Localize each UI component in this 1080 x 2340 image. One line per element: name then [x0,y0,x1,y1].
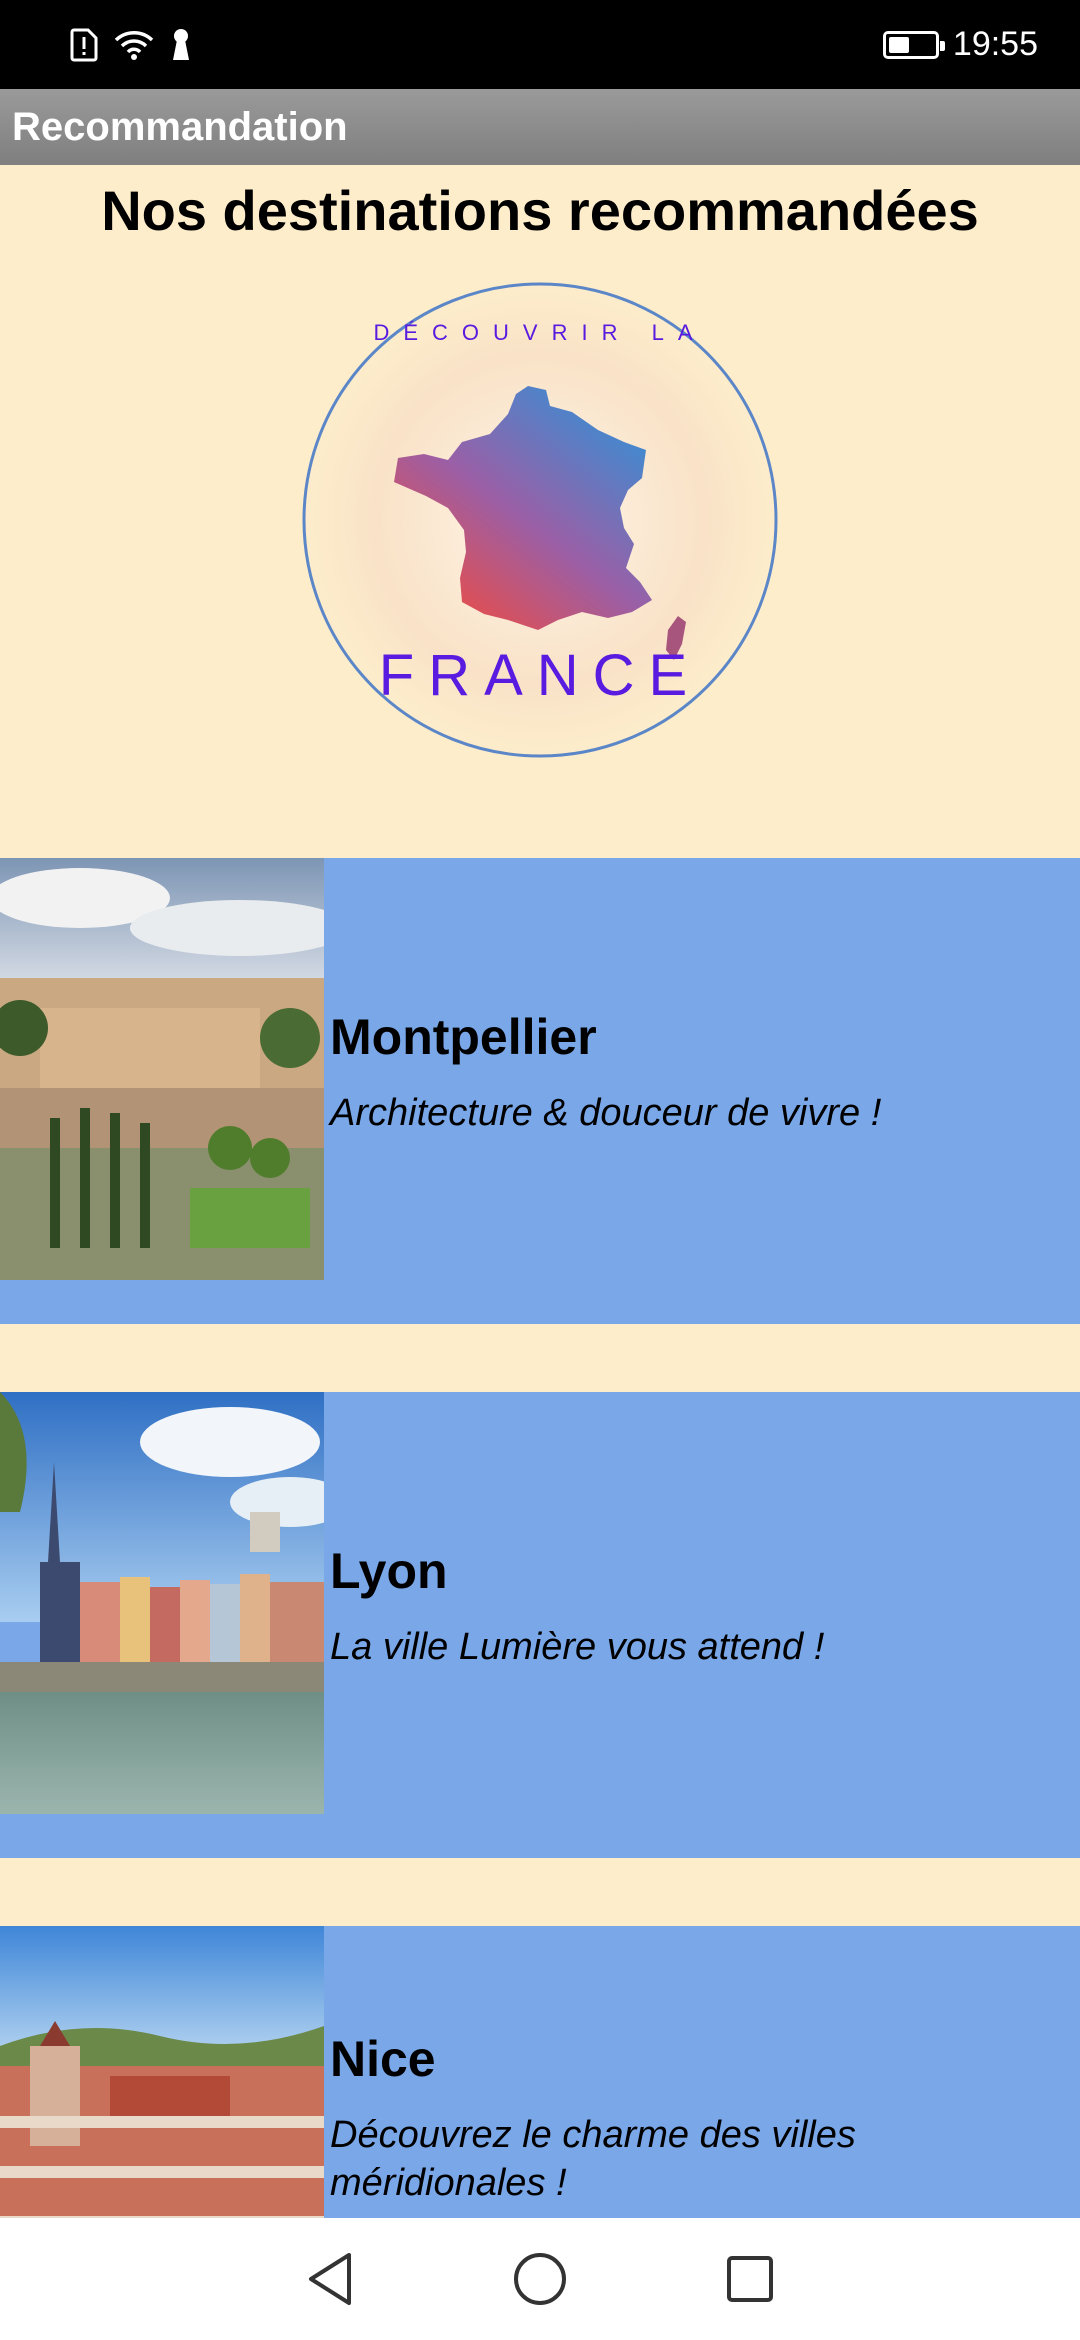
destination-name: Lyon [330,1543,448,1599]
navigation-bar [0,2218,1080,2340]
destination-card-montpellier[interactable]: Montpellier Architecture & douceur de vi… [0,858,1080,1324]
page-title: Nos destinations recommandées [101,179,979,242]
decouvrir-france-logo: DÉCOUVRIR LA FRANCE [302,282,778,758]
status-bar: 19:55 [0,0,1080,89]
destination-description: Découvrez le charme des villes méridiona… [330,2114,856,2204]
destination-name: Nice [330,2031,436,2087]
action-bar: Recommandation [0,89,1080,165]
status-time: 19:55 [952,25,1038,63]
destination-card-lyon[interactable]: Lyon La ville Lumière vous attend ! [0,1392,1080,1858]
back-button[interactable] [300,2249,360,2309]
wifi-icon [114,30,154,60]
recents-icon [727,2256,773,2302]
destination-description: La ville Lumière vous attend ! [330,1626,825,1668]
lock-icon [173,28,189,60]
back-icon [309,2253,351,2305]
lyon-image [0,1392,324,1814]
destination-description: Architecture & douceur de vivre ! [330,1092,882,1134]
home-button[interactable] [510,2249,570,2309]
status-icons-left [70,28,192,62]
recents-button[interactable] [720,2249,780,2309]
battery-icon [882,30,945,59]
montpellier-image [0,858,324,1280]
logo-top-text: DÉCOUVRIR LA [373,320,707,345]
destination-name: Montpellier [330,1009,597,1065]
home-icon [514,2253,566,2305]
action-bar-title: Recommandation [12,104,348,149]
status-icons-right: 19:55 [882,25,1038,64]
battery-level [888,36,909,53]
logo-bottom-text: FRANCE [378,643,702,708]
sim-alert-icon [70,28,98,61]
